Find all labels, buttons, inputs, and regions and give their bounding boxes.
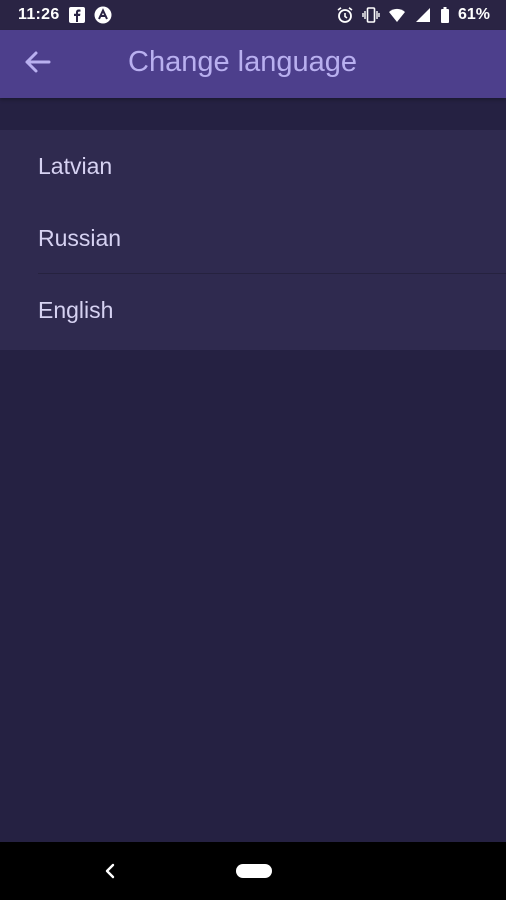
arrow-left-icon <box>23 50 51 79</box>
vibrate-icon <box>362 6 380 24</box>
language-list: Latvian Russian English <box>0 130 506 350</box>
chevron-left-icon <box>100 863 120 886</box>
nav-home-button[interactable] <box>236 864 272 878</box>
language-item-english[interactable]: English <box>0 274 506 346</box>
language-label: English <box>38 296 114 323</box>
alarm-icon <box>336 6 354 24</box>
battery-icon <box>440 6 450 24</box>
app-bar: Change language <box>0 30 506 98</box>
status-right: 61% <box>336 6 506 24</box>
facebook-icon <box>68 6 86 24</box>
language-label: Russian <box>38 224 122 251</box>
status-time: 11:26 <box>18 6 60 23</box>
status-bar: 11:26 61% <box>0 0 506 30</box>
language-item-latvian[interactable]: Latvian <box>0 130 506 202</box>
navigation-bar <box>0 842 506 900</box>
wifi-icon <box>388 6 406 24</box>
app-notification-icon <box>94 6 112 24</box>
language-item-russian[interactable]: Russian <box>0 202 506 274</box>
signal-icon <box>414 6 432 24</box>
status-left: 11:26 <box>0 6 112 24</box>
battery-percent: 61% <box>457 6 490 23</box>
back-button[interactable] <box>20 50 54 78</box>
nav-back-button[interactable] <box>100 860 120 882</box>
page-title: Change language <box>128 46 357 78</box>
language-label: Latvian <box>38 152 113 179</box>
screen: 11:26 61% Change language Latvian Russia… <box>0 0 506 900</box>
